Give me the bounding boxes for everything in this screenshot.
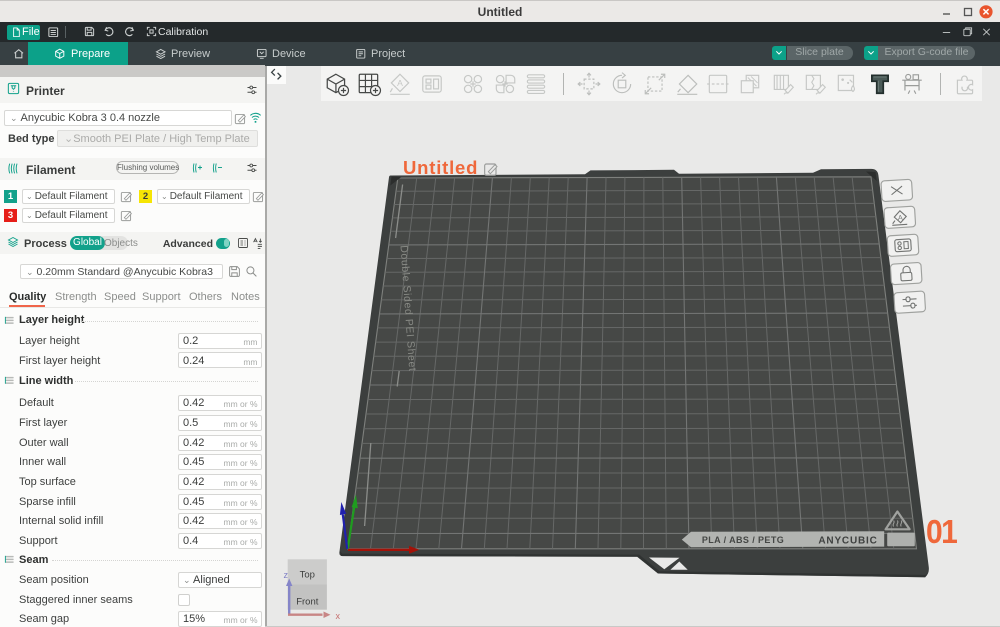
svg-text:A: A	[898, 215, 903, 222]
svg-text:ANYCUBIC: ANYCUBIC	[818, 536, 877, 547]
svg-text:x: x	[336, 611, 341, 621]
svg-text:Front: Front	[296, 596, 319, 607]
svg-text:PLA / ABS / PETG: PLA / ABS / PETG	[702, 535, 784, 545]
svg-text:z: z	[284, 570, 289, 580]
svg-text:Top: Top	[300, 569, 315, 580]
svg-text:A: A	[397, 78, 403, 88]
